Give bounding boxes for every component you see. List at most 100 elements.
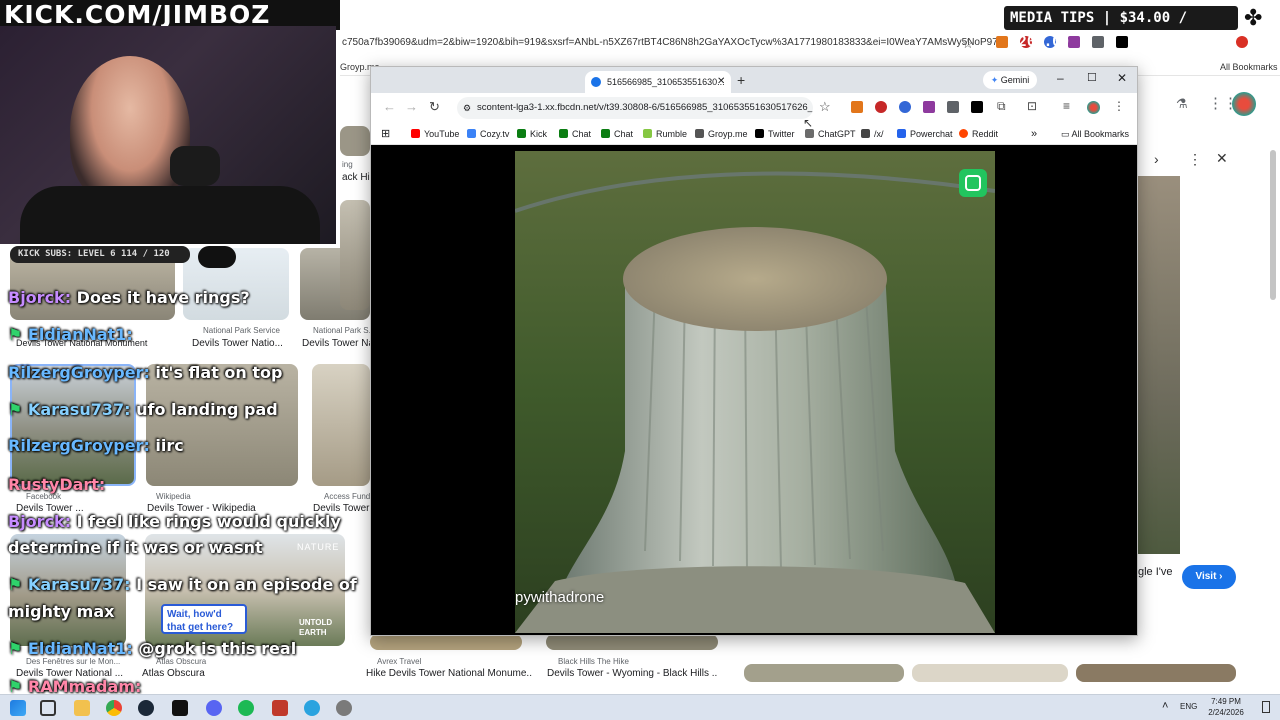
- result-title[interactable]: Hike Devils Tower National Monume...: [366, 668, 532, 679]
- telegram-icon[interactable]: [304, 700, 320, 716]
- tab-search-icon[interactable]: ⊡: [1027, 99, 1037, 113]
- popup-address-bar[interactable]: ⚙ scontent-lga3-1.xx.fbcdn.net/v/t39.308…: [457, 97, 813, 119]
- related-image[interactable]: [744, 664, 904, 682]
- avatar[interactable]: [1232, 92, 1256, 116]
- bookmark-star-icon[interactable]: ☆: [962, 36, 974, 52]
- bookmark-label: Powerchat: [910, 129, 953, 139]
- result-image[interactable]: [312, 364, 370, 486]
- video-frame[interactable]: pywithadrone: [515, 151, 995, 633]
- language-indicator[interactable]: ENG: [1180, 702, 1197, 711]
- reload-icon[interactable]: ↻: [429, 99, 440, 115]
- task-view-icon[interactable]: [40, 700, 56, 716]
- chat-message: mighty max: [8, 602, 115, 621]
- result-title[interactable]: Devils Tower Na...: [302, 338, 370, 349]
- tab-close-icon[interactable]: ✕: [717, 71, 725, 93]
- globe-icon: [591, 77, 601, 87]
- profile-avatar[interactable]: [1087, 101, 1100, 114]
- result-title[interactable]: Atlas Obscura: [142, 668, 282, 679]
- close-icon[interactable]: ✕: [1216, 150, 1228, 167]
- scrollbar[interactable]: [1270, 150, 1276, 300]
- all-bookmarks-link[interactable]: All Bookmarks: [1220, 58, 1278, 76]
- thumb-callout: Wait, how'd that get here?: [161, 604, 247, 634]
- gemini-button[interactable]: ✦ Gemini: [983, 71, 1037, 89]
- result-source: Des Fenêtres sur le Mon...: [26, 657, 121, 666]
- forward-icon[interactable]: →: [405, 99, 418, 114]
- labs-flask-icon[interactable]: ⚗: [1176, 96, 1188, 112]
- chevron-double-right-icon[interactable]: »: [1031, 123, 1037, 145]
- result-title[interactable]: Devils Tower Natio...: [192, 338, 292, 349]
- ublock-icon[interactable]: [875, 101, 887, 113]
- bookmark-star-icon[interactable]: ☆: [819, 99, 831, 115]
- bookmark-x-board[interactable]: /x/: [861, 123, 884, 145]
- steam-icon[interactable]: [138, 700, 154, 716]
- site-info-icon[interactable]: ⚙: [463, 97, 471, 119]
- file-explorer-icon[interactable]: [74, 700, 90, 716]
- back-icon[interactable]: ←: [383, 99, 396, 114]
- result-title[interactable]: Devils Tower - Wyoming - Black Hills ...: [547, 668, 717, 679]
- new-tab-icon[interactable]: +: [737, 72, 745, 88]
- spotify-icon[interactable]: [238, 700, 254, 716]
- related-image[interactable]: [912, 664, 1068, 682]
- voice-icon[interactable]: [899, 101, 911, 113]
- visit-button[interactable]: Visit ›: [1182, 565, 1236, 589]
- bookmark-chat[interactable]: Chat: [559, 123, 591, 145]
- bookmark-label: Groyp.me: [708, 129, 748, 139]
- popup-tab[interactable]: 516566985_310653551630... ✕: [585, 71, 731, 93]
- webcam-feed: [0, 26, 336, 244]
- result-partial-title[interactable]: ack Hil: [342, 172, 370, 183]
- menu-icon[interactable]: ⋮: [1113, 99, 1125, 113]
- clock-date: 2/24/2026: [1208, 708, 1244, 717]
- chat-user: Bjorck:: [8, 512, 72, 531]
- media-icon[interactable]: ≡: [1063, 99, 1070, 113]
- bookmark-kick[interactable]: Kick: [517, 123, 547, 145]
- bookmark-youtube[interactable]: YouTube: [411, 123, 459, 145]
- notification-icon[interactable]: [1262, 701, 1270, 713]
- bookmark-label: Rumble: [656, 129, 688, 139]
- all-bookmarks-link[interactable]: ▭ All Bookmarks: [1061, 123, 1129, 145]
- result-image[interactable]: [370, 634, 522, 650]
- start-icon[interactable]: [10, 700, 26, 716]
- metamask-icon[interactable]: [851, 101, 863, 113]
- popup-browser-window[interactable]: 516566985_310653551630... ✕ + ✦ Gemini –…: [370, 66, 1138, 636]
- result-image[interactable]: [546, 634, 718, 650]
- result-image[interactable]: [146, 364, 298, 486]
- bookmark-twitter[interactable]: Twitter: [755, 123, 795, 145]
- chrome-icon[interactable]: [106, 700, 122, 716]
- windows-taskbar: ˄ ENG 7:49 PM 2/24/2026: [0, 694, 1280, 720]
- bookmark-groyp[interactable]: Groyp.me: [695, 123, 748, 145]
- result-image[interactable]: [340, 126, 370, 156]
- extension-icon[interactable]: [923, 101, 935, 113]
- related-image[interactable]: [1076, 664, 1236, 682]
- chevron-right-icon[interactable]: ›: [1154, 151, 1159, 167]
- discord-icon[interactable]: [206, 700, 222, 716]
- bookmark-reddit[interactable]: Reddit: [959, 123, 998, 145]
- clock[interactable]: 7:49 PM 2/24/2026: [1204, 696, 1248, 718]
- minimize-icon[interactable]: –: [1057, 71, 1064, 85]
- result-image[interactable]: [10, 364, 136, 486]
- chat-message: iirc: [155, 436, 184, 455]
- x-icon[interactable]: [971, 101, 983, 113]
- media-tips-icon: ✤: [1244, 5, 1263, 30]
- app-icon[interactable]: [272, 700, 288, 716]
- terminal-icon[interactable]: [172, 700, 188, 716]
- chat-line: ⚑ EldianNat1:: [8, 325, 133, 344]
- bookmark-chat[interactable]: Chat: [601, 123, 633, 145]
- mouse-cursor: ↖: [803, 116, 814, 130]
- tray-chevron-icon[interactable]: ˄: [1162, 700, 1168, 712]
- more-vert-icon[interactable]: ⋮: [1188, 151, 1202, 168]
- result-partial-label: ing: [342, 160, 353, 169]
- apps-icon[interactable]: ⊞: [381, 123, 390, 145]
- side-panel-image[interactable]: [1138, 176, 1180, 554]
- maximize-icon[interactable]: ☐: [1087, 71, 1097, 84]
- chatgpt-icon: [805, 129, 814, 138]
- bookmark-rumble[interactable]: Rumble: [643, 123, 687, 145]
- extension-icon[interactable]: [947, 101, 959, 113]
- board-icon: [861, 129, 870, 138]
- window-close-icon[interactable]: ✕: [1117, 71, 1127, 85]
- obs-icon[interactable]: [336, 700, 352, 716]
- result-source: National Park Service: [203, 326, 280, 335]
- bookmark-cozy[interactable]: Cozy.tv: [467, 123, 509, 145]
- bookmark-powerchat[interactable]: Powerchat: [897, 123, 953, 145]
- puzzle-icon[interactable]: ⧉: [997, 99, 1006, 114]
- result-image[interactable]: [340, 200, 370, 310]
